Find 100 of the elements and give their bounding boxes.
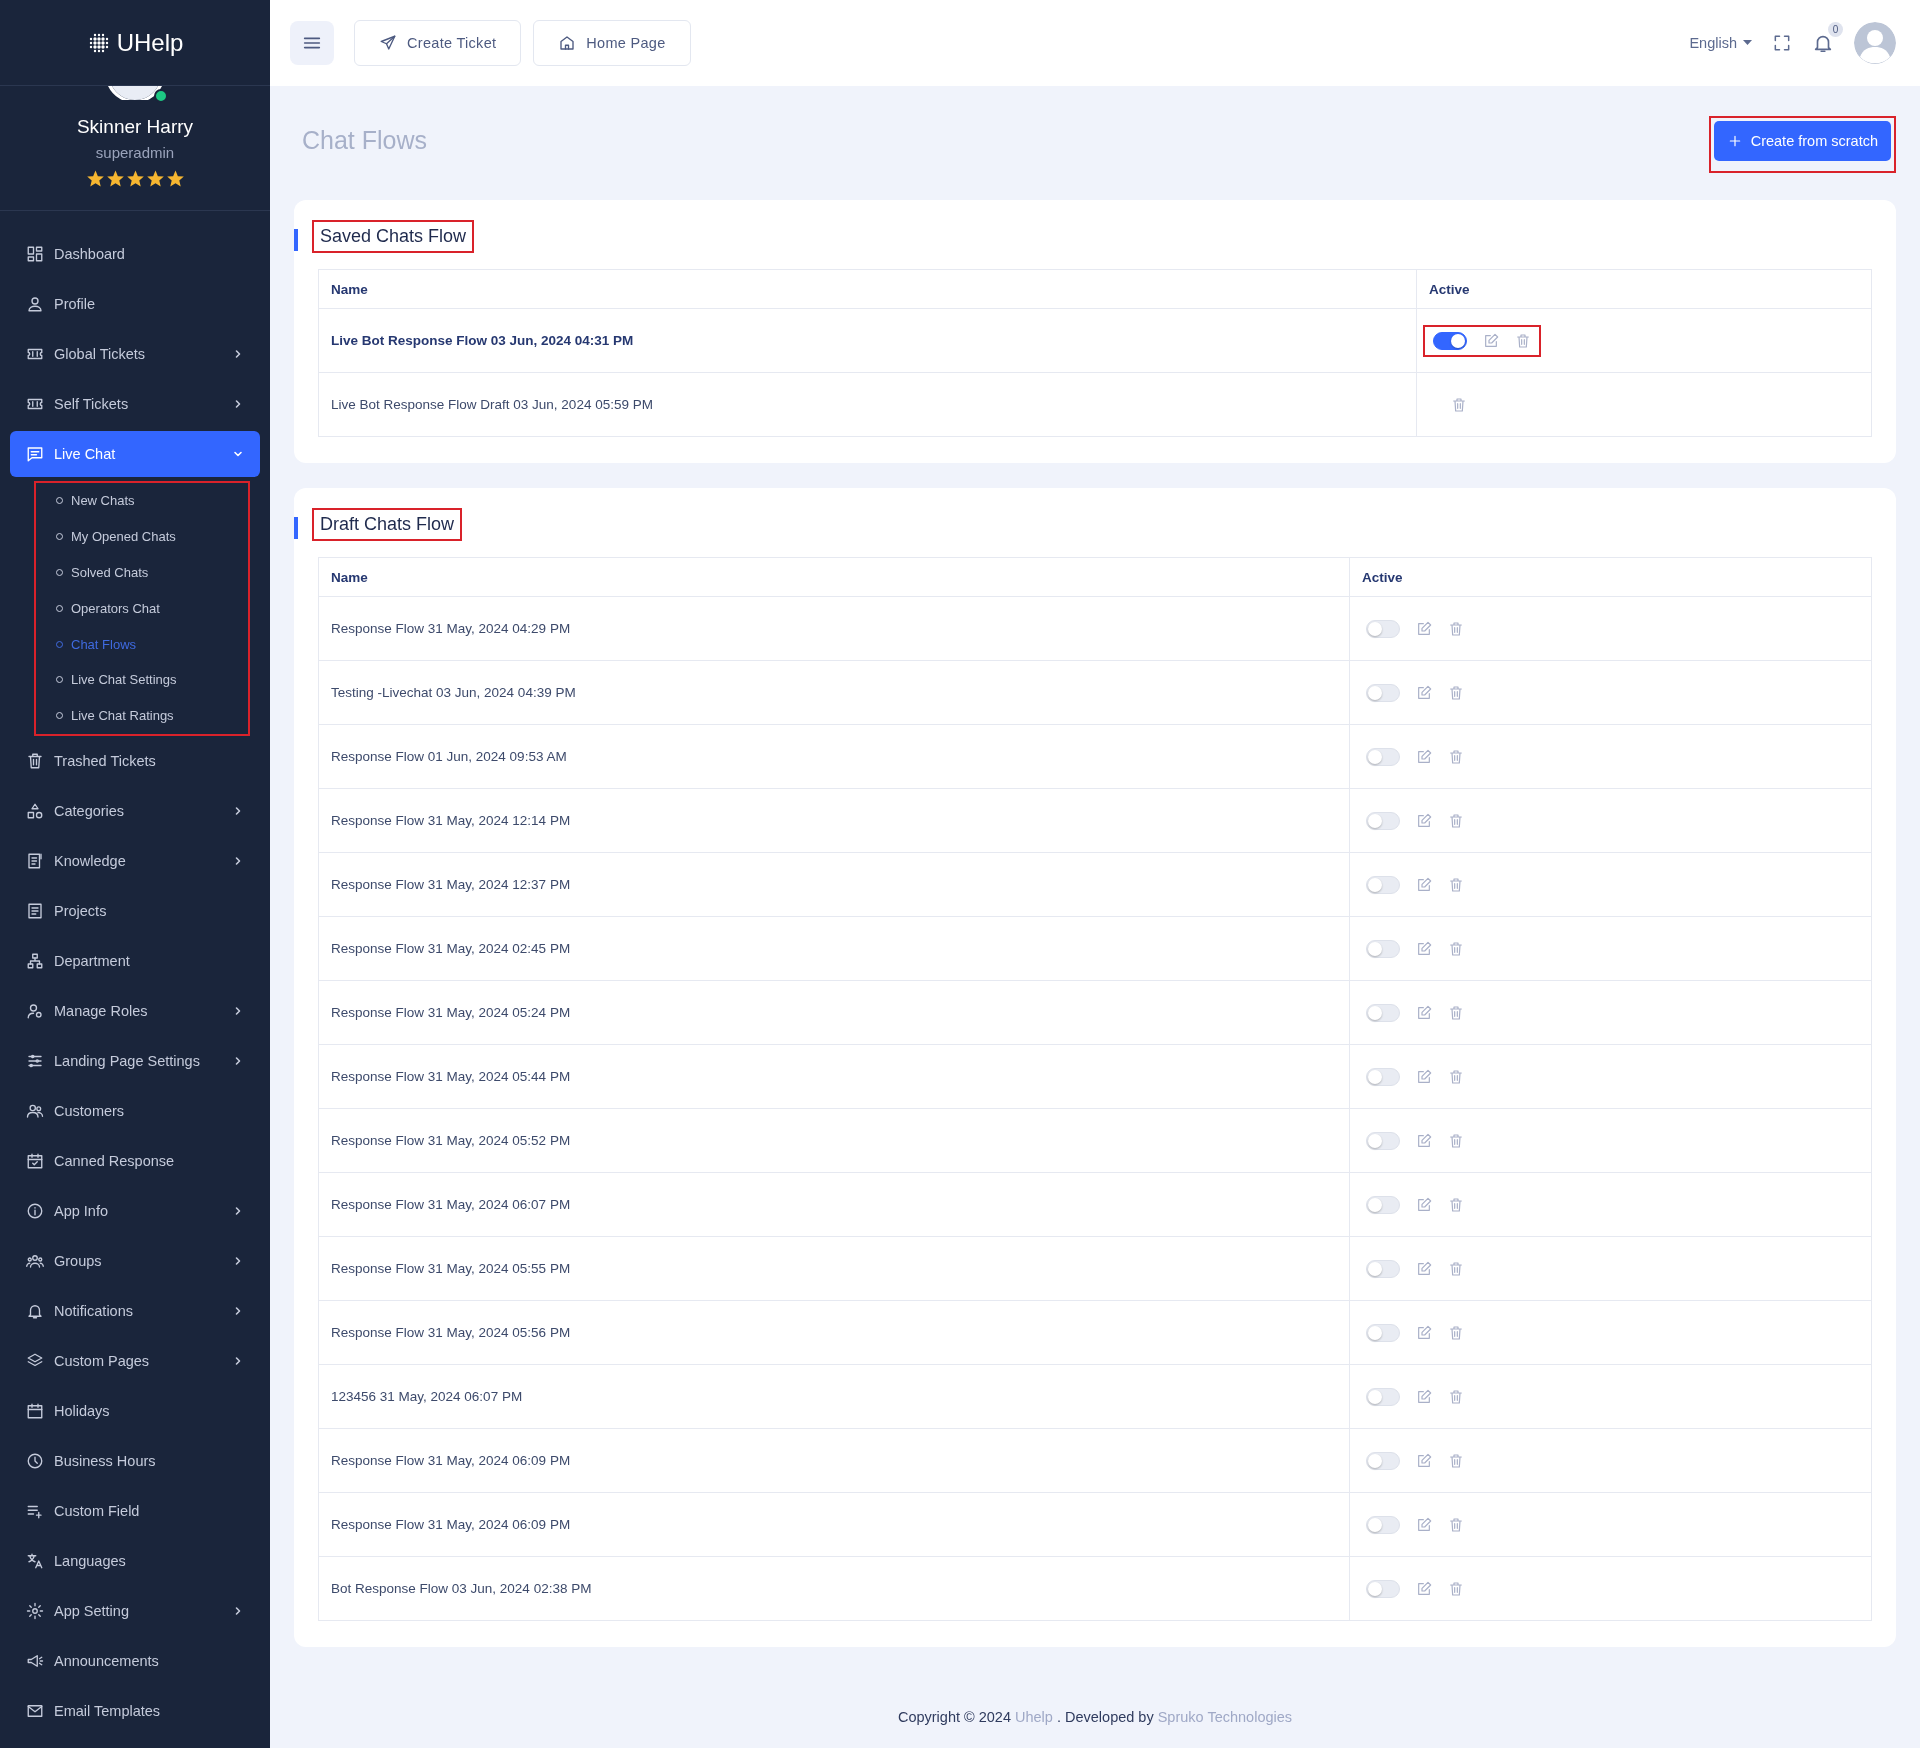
table-cell: Response Flow 31 May, 2024 06:09 PM: [318, 1428, 1350, 1493]
sidebar-item[interactable]: Customers: [10, 1087, 260, 1134]
table-cell: Testing -Livechat 03 Jun, 2024 04:39 PM: [318, 660, 1350, 725]
delete-icon: [1448, 1068, 1464, 1085]
table-cell: Bot Response Flow 03 Jun, 2024 02:38 PM: [318, 1556, 1350, 1621]
star-icon: [125, 169, 145, 188]
sidebar-item[interactable]: Profile: [10, 281, 260, 327]
create-button[interactable]: Create from scratch: [1713, 121, 1891, 161]
delete-icon: [1448, 1260, 1464, 1277]
table-cell: Response Flow 31 May, 2024 05:44 PM: [318, 1044, 1350, 1109]
submenu-item[interactable]: Live Chat Ratings: [36, 697, 248, 734]
star-icon: [105, 169, 125, 188]
table-cell: Response Flow 31 May, 2024 02:45 PM: [318, 916, 1350, 981]
document-icon: [26, 901, 44, 920]
grid-icon: [26, 245, 44, 263]
settings-icon: [26, 1601, 44, 1620]
submenu-item[interactable]: Live Chat Settings: [36, 662, 248, 698]
table-cell: Response Flow 31 May, 2024 05:24 PM: [318, 980, 1350, 1045]
sidebar-item[interactable]: Languages: [10, 1537, 260, 1584]
home-icon: [558, 34, 577, 52]
sidebar-item[interactable]: Trashed Tickets: [10, 737, 260, 784]
submenu-item[interactable]: Operators Chat: [36, 590, 248, 627]
delete-icon: [1448, 812, 1464, 829]
sidebar-item[interactable]: Live Chat: [10, 431, 260, 477]
delete-icon: [1448, 1196, 1464, 1213]
calendar-icon: [26, 1401, 44, 1420]
sidebar-item[interactable]: Canned Response: [10, 1137, 260, 1184]
edit-icon: [1416, 1452, 1432, 1469]
delete-icon: [1448, 748, 1464, 765]
submenu-item[interactable]: Solved Chats: [36, 554, 248, 591]
sidebar-item[interactable]: Manage Roles: [10, 987, 260, 1034]
delete-icon: [1448, 620, 1464, 637]
table-cell: Live Bot Response Flow Draft 03 Jun, 2024 05:59 PM: [318, 372, 1417, 437]
paper-plane-icon: [379, 34, 397, 52]
table-cell: Live Bot Response Flow 03 Jun, 2024 04:31 PM: [318, 308, 1417, 373]
star-icon: [165, 169, 185, 188]
edit-icon: [1416, 812, 1432, 829]
sidebar-item[interactable]: Dashboard: [10, 231, 260, 277]
delete-icon: [1448, 1324, 1464, 1341]
star-icon: [85, 169, 105, 188]
sidebar-item[interactable]: Announcements: [10, 1637, 260, 1684]
delete-icon: [1448, 1004, 1464, 1021]
table-cell: Response Flow 31 May, 2024 12:14 PM: [318, 788, 1350, 853]
table-cell: Response Flow 31 May, 2024 05:56 PM: [318, 1300, 1350, 1365]
delete-icon: [1448, 1132, 1464, 1149]
edit-icon: [1416, 1004, 1432, 1021]
sidebar-item[interactable]: Global Tickets: [10, 331, 260, 377]
column-header: Active: [1416, 269, 1872, 309]
toggle-switch[interactable]: [1433, 331, 1467, 350]
sidebar-item[interactable]: Projects: [10, 887, 260, 934]
section-title: Saved Chats Flow: [312, 220, 475, 253]
edit-icon: [1416, 1132, 1432, 1149]
sidebar-item[interactable]: App Info: [10, 1187, 260, 1234]
avatar[interactable]: [1854, 22, 1896, 64]
sidebar-item[interactable]: Department: [10, 937, 260, 984]
calendar-check-icon: [26, 1151, 44, 1170]
delete-icon: [1448, 1516, 1464, 1533]
column-header: Active: [1349, 557, 1872, 597]
sidebar-item[interactable]: Knowledge: [10, 837, 260, 884]
delete-icon: [1448, 876, 1464, 893]
delete-icon: [1448, 684, 1464, 701]
header-button[interactable]: Home Page: [533, 20, 691, 66]
submenu-item[interactable]: My Opened Chats: [36, 518, 248, 555]
edit-icon: [1416, 876, 1432, 893]
delete-icon: [1515, 332, 1531, 349]
table-cell: Response Flow 31 May, 2024 06:09 PM: [318, 1492, 1350, 1557]
section-title: Draft Chats Flow: [312, 508, 463, 541]
fullscreen-icon: [1772, 33, 1792, 53]
sidebar-item[interactable]: Custom Pages: [10, 1337, 260, 1384]
footer-text: Copyright © 2024 Uhelp . Developed by Spruko Technologies: [896, 1708, 1294, 1727]
delete-icon: [1448, 1580, 1464, 1597]
sidebar-item[interactable]: App Setting: [10, 1587, 260, 1634]
delete-icon: [1448, 1452, 1464, 1469]
delete-icon: [1448, 940, 1464, 957]
sidebar-item[interactable]: Landing Page Settings: [10, 1037, 260, 1084]
table-cell: Response Flow 31 May, 2024 12:37 PM: [318, 852, 1350, 917]
info-icon: [26, 1201, 44, 1220]
sidebar-item[interactable]: Categories: [10, 787, 260, 834]
table-cell: Response Flow 31 May, 2024 05:55 PM: [318, 1236, 1350, 1301]
header-button[interactable]: Create Ticket: [354, 20, 522, 66]
sidebar-item[interactable]: Business Hours: [10, 1437, 260, 1484]
edit-icon: [1416, 1068, 1432, 1085]
table-cell: Response Flow 31 May, 2024 05:52 PM: [318, 1108, 1350, 1173]
table-cell: 123456 31 May, 2024 06:07 PM: [318, 1364, 1350, 1429]
delete-icon: [1448, 1388, 1464, 1405]
sidebar-item[interactable]: Holidays: [10, 1387, 260, 1434]
column-header: Name: [318, 269, 1417, 309]
edit-icon: [1416, 684, 1432, 701]
submenu-item[interactable]: New Chats: [36, 483, 248, 519]
sidebar-item[interactable]: Groups: [10, 1237, 260, 1284]
sidebar-item[interactable]: Custom Field: [10, 1487, 260, 1534]
language-icon: [26, 1551, 44, 1570]
user-icon: [26, 295, 44, 313]
sidebar-item[interactable]: Email Templates: [10, 1687, 260, 1734]
edit-icon: [1416, 1516, 1432, 1533]
caret-icon: [1743, 40, 1752, 46]
sidebar-item[interactable]: Self Tickets: [10, 381, 260, 427]
sidebar-item[interactable]: Notifications: [10, 1287, 260, 1334]
language-dropdown[interactable]: English: [1689, 35, 1752, 51]
menu-button[interactable]: [290, 21, 334, 65]
